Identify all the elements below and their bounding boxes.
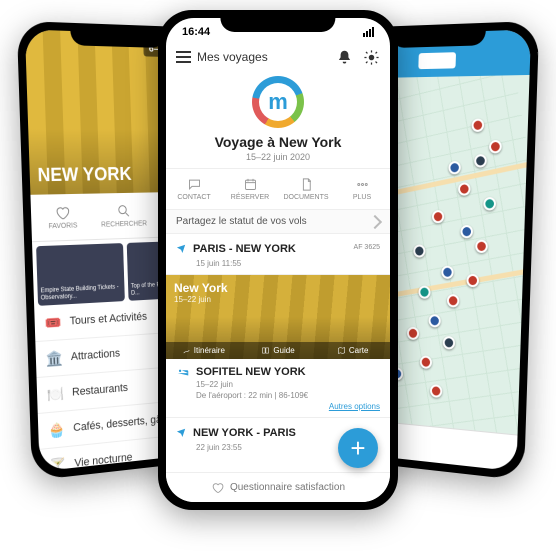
- phone-center: 16:44 Mes voyages m Voyage à New York 15…: [158, 10, 398, 510]
- action-contact[interactable]: CONTACT: [166, 169, 222, 209]
- tab-label: RECHERCHER: [101, 220, 147, 228]
- share-flight-status[interactable]: Partagez le statut de vos vols: [166, 210, 390, 234]
- segment-hotel[interactable]: SOFITEL NEW YORK 15–22 juin De l'aéropor…: [166, 359, 390, 418]
- action-label: PLUS: [353, 194, 371, 201]
- chevron-right-icon: [368, 214, 382, 228]
- category-label: Restaurants: [72, 382, 128, 399]
- category-label: Vie nocturne: [74, 451, 132, 469]
- tab-rechercher[interactable]: RECHERCHER: [93, 192, 154, 239]
- flight-route: PARIS - NEW YORK: [193, 243, 296, 255]
- document-icon: [299, 177, 314, 192]
- cocktail-icon: 🍸: [49, 455, 67, 471]
- map-filter-pill[interactable]: [418, 52, 456, 69]
- hero-city-title: NEW YORK: [37, 164, 132, 187]
- action-plus[interactable]: PLUS: [334, 169, 390, 209]
- heart-outline-icon: [211, 481, 224, 494]
- search-icon: [116, 203, 131, 219]
- flight-number: AF 3625: [354, 244, 380, 251]
- tab-favoris[interactable]: FAVORIS: [30, 194, 94, 242]
- calendar-icon: [243, 177, 258, 192]
- bell-icon[interactable]: [336, 49, 353, 66]
- action-row: CONTACT RÉSERVER DOCUMENTS PLUS: [166, 168, 390, 210]
- signal-icon: [363, 27, 374, 37]
- dest-dates: 15–22 juin: [174, 295, 228, 304]
- more-icon: [355, 177, 370, 192]
- hotel-airport-info: De l'aéroport : 22 min | 86-109€: [196, 391, 380, 400]
- fab-add-button[interactable]: +: [338, 428, 378, 468]
- ticket-icon: 🎟️: [44, 313, 62, 332]
- trip-dates: 15–22 juin 2020: [166, 152, 390, 162]
- book-icon: [261, 346, 270, 355]
- action-label: DOCUMENTS: [283, 194, 328, 201]
- chat-icon: [187, 177, 202, 192]
- hero-tab-itineraire[interactable]: Itinéraire: [166, 342, 241, 359]
- hero-tab-label: Carte: [349, 346, 369, 355]
- activity-card[interactable]: Empire State Building Tickets - Observat…: [36, 243, 125, 306]
- dest-city: New York: [174, 281, 228, 295]
- trip-title: Voyage à New York: [166, 134, 390, 150]
- footer-satisfaction[interactable]: Questionnaire satisfaction: [166, 472, 390, 502]
- action-reserver[interactable]: RÉSERVER: [222, 169, 278, 209]
- heart-icon: [55, 204, 71, 221]
- app-logo: m: [252, 76, 304, 128]
- category-label: Attractions: [71, 347, 121, 363]
- status-time: 16:44: [182, 26, 210, 38]
- hero-tab-carte[interactable]: Carte: [315, 342, 390, 359]
- plane-depart-icon: [176, 426, 187, 437]
- action-label: RÉSERVER: [231, 194, 269, 201]
- footer-label: Questionnaire satisfaction: [230, 482, 345, 493]
- landmark-icon: 🏛️: [45, 348, 63, 368]
- menu-icon[interactable]: [176, 51, 191, 63]
- map-icon: [337, 346, 346, 355]
- hero-tab-label: Itinéraire: [194, 346, 225, 355]
- hero-tab-guide[interactable]: Guide: [241, 342, 316, 359]
- hotel-name: SOFITEL NEW YORK: [196, 366, 306, 378]
- hotel-dates: 15–22 juin: [196, 380, 380, 389]
- card-caption: Empire State Building Tickets - Observat…: [40, 284, 122, 302]
- bed-icon: [176, 365, 190, 379]
- restaurant-icon: 🍽️: [47, 384, 65, 404]
- gear-icon[interactable]: [363, 49, 380, 66]
- plane-depart-icon: [176, 242, 187, 253]
- flight-route: NEW YORK - PARIS: [193, 427, 296, 439]
- page-title: Mes voyages: [197, 50, 268, 64]
- hero-tab-label: Guide: [273, 346, 294, 355]
- action-label: CONTACT: [177, 194, 210, 201]
- action-documents[interactable]: DOCUMENTS: [278, 169, 334, 209]
- top-bar: Mes voyages: [166, 42, 390, 72]
- hotel-other-options-link[interactable]: Autres options: [176, 402, 380, 411]
- category-label: Tours et Activités: [70, 311, 148, 328]
- tab-label: FAVORIS: [48, 222, 77, 230]
- destination-hero[interactable]: New York 15–22 juin Itinéraire Guide Car…: [166, 275, 390, 359]
- route-icon: [182, 346, 191, 355]
- flight-datetime: 15 juin 11:55: [196, 259, 380, 268]
- share-label: Partagez le statut de vos vols: [176, 216, 307, 227]
- dessert-icon: 🧁: [48, 420, 66, 440]
- segment-flight-outbound[interactable]: PARIS - NEW YORK 15 juin 11:55 AF 3625: [166, 234, 390, 275]
